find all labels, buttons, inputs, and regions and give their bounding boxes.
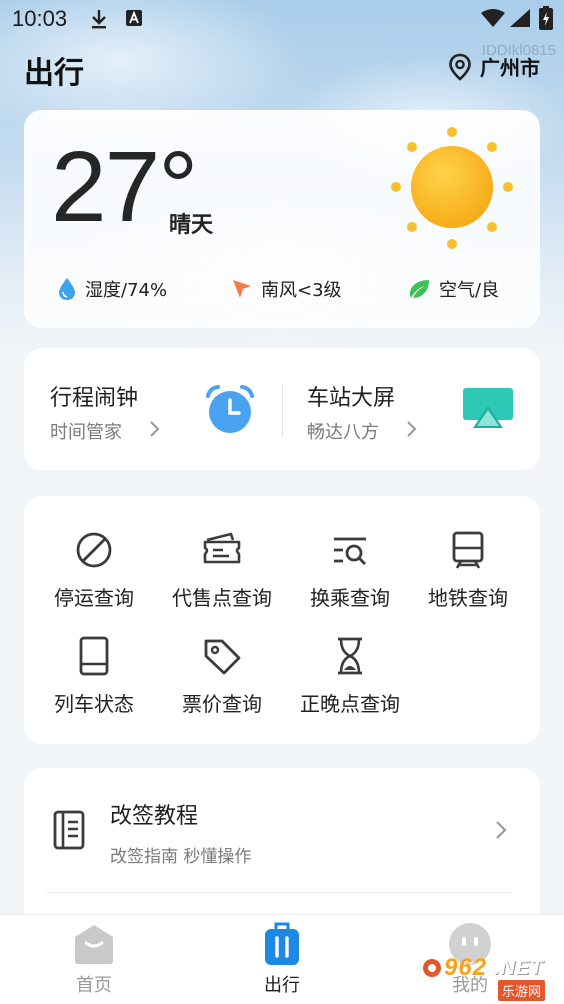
wifi-icon xyxy=(481,9,505,27)
guide-subtitle: 改签指南 秒懂操作 xyxy=(110,847,252,867)
brand-logo-icon xyxy=(423,959,441,977)
nav-home-label: 首页 xyxy=(76,975,112,996)
ticket-icon xyxy=(203,532,241,564)
service-fare-query[interactable]: 票价查询 xyxy=(162,636,282,717)
alarm-clock-icon xyxy=(206,385,254,433)
humidity-stat: 湿度/74% xyxy=(57,276,167,302)
humidity-label: 湿度/74% xyxy=(85,280,168,301)
guide-card: 改签教程 改签指南 秒懂操作 xyxy=(24,768,540,928)
service-label: 代售点查询 xyxy=(172,586,272,610)
service-label: 换乘查询 xyxy=(310,586,390,610)
leaf-icon xyxy=(410,280,429,298)
station-screen-icon xyxy=(463,388,513,428)
service-label: 地铁查询 xyxy=(428,586,508,610)
notebook-icon xyxy=(53,810,85,850)
service-transfer-query[interactable]: 换乘查询 xyxy=(290,530,410,611)
services-card: 停运查询 代售点查询 换乘查询 地铁查询 列车状态 票价查询 正晚点查询 xyxy=(24,496,540,744)
trip-alarm-shortcut[interactable]: 行程闹钟 时间管家 xyxy=(24,348,282,470)
text-a-icon xyxy=(126,10,142,26)
location-selector[interactable]: 广州市 xyxy=(448,52,540,81)
shortcut-card: 行程闹钟 时间管家 车站大屏 畅达八方 xyxy=(24,348,540,470)
chevron-right-icon xyxy=(150,421,160,437)
water-drop-icon xyxy=(59,278,75,300)
nav-travel-label: 出行 xyxy=(264,975,300,996)
location-pin-icon xyxy=(449,53,471,81)
service-train-status[interactable]: 列车状态 xyxy=(34,636,154,717)
status-bar: 10:03 xyxy=(0,0,564,38)
guide-title: 改签教程 xyxy=(110,804,199,829)
price-tag-icon xyxy=(204,639,241,675)
nav-travel[interactable]: 出行 xyxy=(232,921,332,997)
brand-site: 乐游网 xyxy=(498,980,546,1001)
luggage-icon xyxy=(265,922,299,965)
service-metro-query[interactable]: 地铁查询 xyxy=(408,530,528,611)
home-icon xyxy=(75,925,113,964)
wind-label: 南风<3级 xyxy=(261,280,342,301)
tablet-icon xyxy=(79,636,109,676)
nav-home[interactable]: 首页 xyxy=(44,921,144,997)
weather-condition: 晴天 xyxy=(169,213,214,238)
location-label: 广州市 xyxy=(480,56,540,80)
station-screen-shortcut[interactable]: 车站大屏 畅达八方 xyxy=(283,348,540,470)
trip-alarm-title: 行程闹钟 xyxy=(50,386,139,411)
battery-charging-icon xyxy=(539,6,553,30)
chevron-right-icon xyxy=(496,821,507,839)
hourglass-icon xyxy=(338,637,362,675)
service-label: 正晚点查询 xyxy=(300,692,400,716)
service-label: 列车状态 xyxy=(54,692,134,716)
service-label: 停运查询 xyxy=(54,586,134,610)
status-time: 10:03 xyxy=(12,6,68,31)
trip-alarm-subtitle: 时间管家 xyxy=(50,422,122,443)
download-icon xyxy=(92,10,106,29)
service-punctuality-query[interactable]: 正晚点查询 xyxy=(290,636,410,717)
metro-icon xyxy=(452,531,484,569)
guide-divider xyxy=(46,892,512,893)
brand-domain: .NET xyxy=(494,957,544,979)
brand-number: 962 xyxy=(444,954,488,981)
prohibited-icon xyxy=(76,532,112,568)
wind-stat: 南风<3级 xyxy=(231,276,342,302)
air-quality-stat: 空气/良 xyxy=(407,276,499,302)
wind-direction-icon xyxy=(233,280,251,298)
weather-card[interactable]: 27° 晴天 湿度/74% 南风<3级 空气/良 xyxy=(24,110,540,328)
station-screen-title: 车站大屏 xyxy=(307,386,396,411)
service-suspension-query[interactable]: 停运查询 xyxy=(34,530,154,611)
chevron-right-icon xyxy=(407,421,417,437)
brand-watermark: 962 .NET 乐游网 xyxy=(422,954,560,1001)
station-screen-subtitle: 畅达八方 xyxy=(307,422,379,443)
air-quality-label: 空气/良 xyxy=(439,280,500,301)
list-search-icon xyxy=(334,537,366,565)
rebooking-guide-item[interactable]: 改签教程 改签指南 秒懂操作 xyxy=(24,768,540,892)
sunny-icon xyxy=(391,127,513,249)
page-title: 出行 xyxy=(24,56,84,91)
service-label: 票价查询 xyxy=(182,692,262,716)
signal-icon xyxy=(510,9,530,27)
service-agency-query[interactable]: 代售点查询 xyxy=(162,530,282,611)
